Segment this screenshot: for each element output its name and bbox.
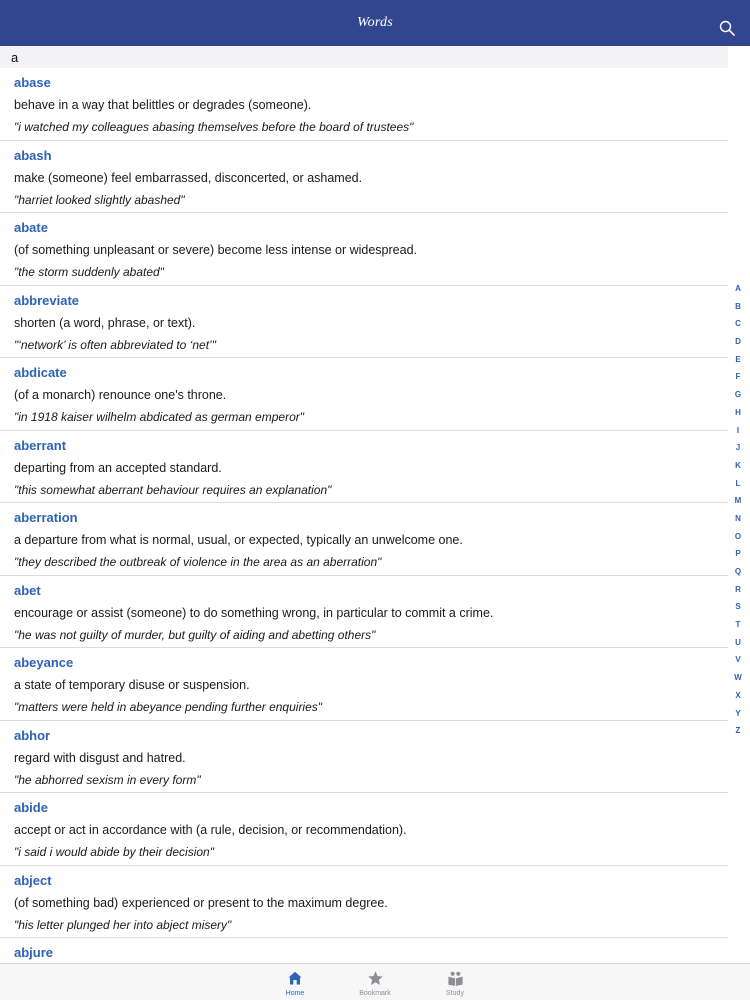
index-letter[interactable]: J (736, 439, 740, 457)
tab-label: Bookmark (359, 990, 391, 997)
word-definition: encourage or assist (someone) to do some… (14, 605, 494, 620)
word-entry[interactable]: aberration a departure from what is norma… (0, 503, 728, 576)
word-title: abjure (14, 945, 54, 960)
word-entry[interactable]: abhor regard with disgust and hatred. "he … (0, 721, 728, 793)
word-title: abase (14, 75, 51, 90)
book-icon (446, 969, 464, 987)
word-definition: a state of temporary disuse or suspensio… (14, 678, 250, 692)
index-letter[interactable]: R (735, 581, 741, 599)
index-letter[interactable]: P (735, 545, 740, 563)
star-icon (366, 969, 384, 987)
word-example: "in 1918 kaiser wilhelm abdicated as ger… (14, 410, 304, 424)
index-letter[interactable]: C (735, 315, 741, 333)
index-letter[interactable]: F (736, 368, 741, 386)
word-definition: regard with disgust and hatred. (14, 750, 186, 765)
home-icon (286, 969, 304, 987)
navigation-bar: Words (0, 0, 750, 46)
app-root: Words a abase behave in a way that belitt… (0, 0, 750, 1000)
word-definition: (of something bad) experienced or presen… (14, 895, 388, 910)
index-letter[interactable]: V (735, 651, 740, 669)
word-list[interactable]: abase behave in a way that belittles or d… (0, 68, 728, 1000)
index-letter[interactable]: Y (735, 705, 740, 723)
index-letter[interactable]: A (735, 280, 741, 298)
word-definition: accept or act in accordance with (a rule… (14, 823, 407, 837)
word-example: "‘network’ is often abbreviated to ‘net’… (14, 337, 216, 352)
word-entry[interactable]: abject (of something bad) experienced or … (0, 866, 728, 938)
index-letter[interactable]: L (736, 475, 741, 493)
word-definition: behave in a way that belittles or degrad… (14, 98, 312, 112)
alphabet-index[interactable]: ABCDEFGHIJKLMNOPQRSTUVWXYZ (730, 280, 746, 740)
word-entry[interactable]: abate (of something unpleasant or severe)… (0, 213, 728, 286)
index-letter[interactable]: O (735, 528, 741, 546)
index-letter[interactable]: K (735, 457, 741, 475)
word-entry[interactable]: abash make (someone) feel embarrassed, di… (0, 141, 728, 213)
word-example: "i watched my colleagues abasing themsel… (14, 120, 414, 134)
word-entry[interactable]: aberrant departing from an accepted stand… (0, 431, 728, 503)
word-example: "matters were held in abeyance pending f… (14, 700, 323, 714)
word-definition: make (someone) feel embarrassed, disconc… (14, 170, 363, 185)
tab-study[interactable]: Study (415, 964, 495, 997)
tab-bar: Home Bookmark Study (0, 963, 750, 1000)
index-letter[interactable]: N (735, 510, 741, 528)
word-title: abbreviate (14, 292, 80, 308)
word-title: aberration (14, 510, 78, 525)
word-example: "he was not guilty of murder, but guilty… (14, 627, 376, 642)
word-title: abet (14, 582, 41, 598)
word-title: abeyance (14, 655, 74, 670)
index-letter[interactable]: S (735, 598, 740, 616)
word-example: "his letter plunged her into abject mise… (14, 917, 232, 932)
index-letter[interactable]: X (735, 687, 740, 705)
section-header: a (0, 46, 728, 68)
word-example: "he abhorred sexism in every form" (14, 772, 201, 787)
index-letter[interactable]: I (737, 422, 739, 440)
word-definition: departing from an accepted standard. (14, 460, 222, 475)
word-definition: (of something unpleasant or severe) beco… (14, 243, 417, 257)
word-entry[interactable]: abet encourage or assist (someone) to do … (0, 576, 728, 648)
word-entry[interactable]: abeyance a state of temporary disuse or s… (0, 648, 728, 721)
word-entry[interactable]: abbreviate shorten (a word, phrase, or te… (0, 286, 728, 358)
index-letter[interactable]: D (735, 333, 741, 351)
tab-home[interactable]: Home (255, 964, 335, 997)
word-example: "this somewhat aberrant behaviour requir… (14, 482, 332, 497)
word-definition: shorten (a word, phrase, or text). (14, 315, 196, 330)
word-title: abate (14, 220, 48, 235)
word-title: abhor (14, 727, 51, 743)
word-title: abide (14, 800, 48, 815)
tab-bookmark[interactable]: Bookmark (335, 964, 415, 997)
index-letter[interactable]: Z (736, 722, 741, 740)
index-letter[interactable]: E (735, 351, 740, 369)
word-entry[interactable]: abase behave in a way that belittles or d… (0, 68, 728, 141)
index-letter[interactable]: G (735, 386, 741, 404)
word-title: abject (14, 872, 52, 888)
word-example: "harriet looked slightly abashed" (14, 192, 185, 207)
page-title: Words (357, 15, 393, 30)
word-example: "they described the outbreak of violence… (14, 555, 382, 569)
index-letter[interactable]: M (735, 492, 742, 510)
word-title: abash (14, 147, 52, 163)
index-letter[interactable]: H (735, 404, 741, 422)
word-definition: a departure from what is normal, usual, … (14, 533, 463, 547)
index-letter[interactable]: Q (735, 563, 741, 581)
index-letter[interactable]: B (735, 298, 741, 316)
tab-label: Study (446, 990, 464, 997)
word-title: abdicate (14, 365, 67, 380)
word-definition: (of a monarch) renounce one's throne. (14, 388, 227, 402)
index-letter[interactable]: U (735, 634, 741, 652)
word-entry[interactable]: abdicate (of a monarch) renounce one's th… (0, 358, 728, 431)
word-example: "the storm suddenly abated" (14, 265, 164, 279)
index-letter[interactable]: W (734, 669, 742, 687)
word-entry[interactable]: abide accept or act in accordance with (a… (0, 793, 728, 866)
word-title: aberrant (14, 437, 67, 453)
search-icon[interactable] (718, 19, 736, 37)
tab-label: Home (285, 990, 305, 997)
index-letter[interactable]: T (736, 616, 741, 634)
word-example: "i said i would abide by their decision" (14, 845, 214, 859)
